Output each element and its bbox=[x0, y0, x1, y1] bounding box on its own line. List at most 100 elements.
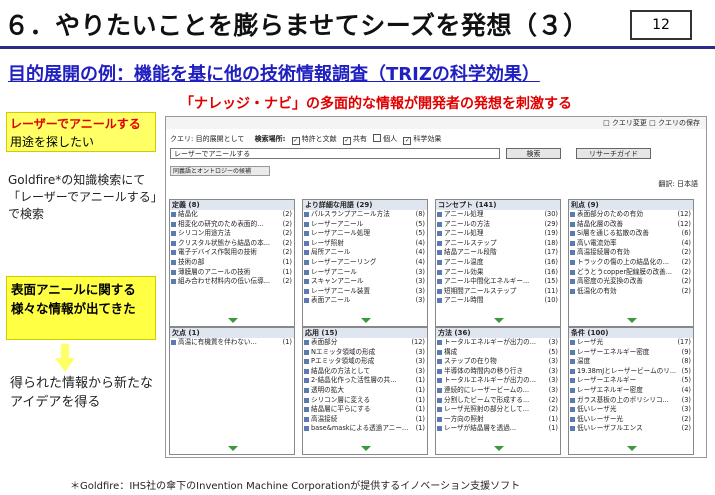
panel-item-count: (3) bbox=[413, 267, 425, 278]
panel-item-label: アニール中間化エネルギー... bbox=[444, 277, 530, 286]
panel-title[interactable]: より詳細な用語 (29) bbox=[303, 200, 427, 210]
panel-item[interactable]: レーザ光 (17) bbox=[569, 338, 693, 348]
panel-item[interactable]: 連続的にレーザービームの... (3) bbox=[436, 385, 560, 396]
panel-item[interactable]: 低いレーザ光 (3) bbox=[569, 405, 693, 415]
research-guide-button[interactable]: リサーチガイド bbox=[576, 148, 651, 159]
expand-arrow-icon[interactable] bbox=[228, 318, 238, 323]
expand-arrow-icon[interactable] bbox=[361, 446, 371, 451]
panel-item[interactable]: クリスタル状態から結晶の本... (2) bbox=[170, 238, 294, 249]
panel-item[interactable]: レーザーアニーリング (4) bbox=[303, 257, 427, 268]
panel-title[interactable]: 欠点 (1) bbox=[170, 328, 294, 338]
panel-item[interactable]: シリコン用途方法 (2) bbox=[170, 229, 294, 239]
panel-item-label: レーザ光照射の部分として... bbox=[444, 405, 530, 414]
panel-item[interactable]: 組み合わせ材料内の低い伝導... (2) bbox=[170, 277, 294, 287]
expand-arrow-icon[interactable] bbox=[627, 446, 637, 451]
expand-arrow-icon[interactable] bbox=[361, 318, 371, 323]
panel-item[interactable]: スキャンアニール (3) bbox=[303, 277, 427, 287]
scope-checkbox-patents[interactable]: ✓ 特許と文献 bbox=[288, 135, 337, 145]
panel-item[interactable]: レーザアニール処理 (5) bbox=[303, 229, 427, 239]
panel-item[interactable]: どうとうcopper配線膜の改善... (2) bbox=[569, 267, 693, 278]
panel-item[interactable]: Pエミッタ領域の形成 (3) bbox=[303, 357, 427, 367]
search-button[interactable]: 検索 bbox=[506, 148, 561, 159]
panel-item[interactable]: 2-結晶化作った活性層の共... (1) bbox=[303, 376, 427, 386]
panel-title[interactable]: 定義 (8) bbox=[170, 200, 294, 210]
panel-item[interactable]: 温度 (8) bbox=[569, 357, 693, 367]
panel-item[interactable]: 分割したビームで形成する... (2) bbox=[436, 395, 560, 406]
expand-arrow-icon[interactable] bbox=[627, 318, 637, 323]
panel-item[interactable]: レーザ照射 (4) bbox=[303, 238, 427, 249]
panel-title[interactable]: コンセプト (141) bbox=[436, 200, 560, 210]
panel-item[interactable]: レーザ光照射の部分として... (2) bbox=[436, 405, 560, 415]
panel-item[interactable]: アニールの方法 (29) bbox=[436, 219, 560, 230]
panel-item[interactable]: 高い電流効率 (4) bbox=[569, 238, 693, 249]
panel-item[interactable]: レーザーエネルギー (5) bbox=[569, 376, 693, 386]
panel-item[interactable]: 技術の部 (1) bbox=[170, 257, 294, 268]
panel-item[interactable]: 構成 (5) bbox=[436, 347, 560, 358]
panel-item[interactable]: 19.38mJとレーザービームのリ... (5) bbox=[569, 366, 693, 377]
scope-checkbox-personal[interactable]: 個人 bbox=[369, 134, 397, 143]
scope-checkbox-effects[interactable]: ✓ 科学効果 bbox=[399, 135, 441, 145]
panel-item[interactable]: 高温に有機質を伴わない... (1) bbox=[170, 338, 294, 348]
panel-item[interactable]: 結晶化層の改善 (12) bbox=[569, 219, 693, 230]
panel-item[interactable]: アニール処理 (30) bbox=[436, 210, 560, 220]
panel-item[interactable]: シリコン層に変える (1) bbox=[303, 395, 427, 406]
panel-item[interactable]: 高温接続層の有効 (2) bbox=[569, 248, 693, 258]
panel-item[interactable]: レーザアニール装置 (3) bbox=[303, 286, 427, 297]
ontology-tab[interactable]: 同義語とオントロジーの候補 bbox=[170, 166, 270, 176]
language-select[interactable]: 翻訳: 日本語 bbox=[658, 179, 698, 189]
panel-item[interactable]: レーザアニール (3) bbox=[303, 267, 427, 278]
panel-item[interactable]: レーザが結晶層を透過... (1) bbox=[436, 424, 560, 434]
expand-arrow-icon[interactable] bbox=[228, 446, 238, 451]
panel-item-count: (3) bbox=[679, 405, 691, 415]
panel-item[interactable]: ステップの在り物 (3) bbox=[436, 357, 560, 367]
panel-item[interactable]: Nエミッタ領域の形成 (3) bbox=[303, 347, 427, 358]
panel-item[interactable]: アニール効果 (16) bbox=[436, 267, 560, 278]
panel-item[interactable]: 低いレーザフルエンス (2) bbox=[569, 424, 693, 434]
panel-item[interactable]: トラックの傷の上の結晶化の... (2) bbox=[569, 257, 693, 268]
panel-item[interactable]: アニール中間化エネルギー... (15) bbox=[436, 277, 560, 287]
query-input[interactable]: レーザーでアニールする bbox=[170, 148, 500, 159]
panel-item[interactable]: 低温化の有効 (2) bbox=[569, 286, 693, 297]
panel-item[interactable]: 薄膜層のアニールの技術 (1) bbox=[170, 267, 294, 278]
panel-item[interactable]: Si層を通じる拡散の改善 (6) bbox=[569, 229, 693, 239]
panel-item[interactable]: 表面アニール (3) bbox=[303, 296, 427, 306]
panel-title[interactable]: 応用 (15) bbox=[303, 328, 427, 338]
panel-item[interactable]: 一方向の照射 (1) bbox=[436, 414, 560, 425]
panel-item[interactable]: 短期間アニールステップ (11) bbox=[436, 286, 560, 297]
panel-item[interactable]: レーザーアニール (5) bbox=[303, 219, 427, 230]
panel-item[interactable]: 結晶化の方法として (3) bbox=[303, 366, 427, 377]
panel-item[interactable]: 電子デバイス作製用の技術 (2) bbox=[170, 248, 294, 258]
panel-item[interactable]: 結晶アニール段階 (17) bbox=[436, 248, 560, 258]
panel-item[interactable]: 透明の拡大 (1) bbox=[303, 385, 427, 396]
panel-item[interactable]: base&maskによる透過アニー... (1) bbox=[303, 424, 427, 434]
panel-item[interactable]: トータルエネルギーが出力の... (3) bbox=[436, 338, 560, 348]
panel-item[interactable]: ガラス基板の上のポリシリコ... (3) bbox=[569, 395, 693, 406]
panel-item[interactable]: 局所アニール (4) bbox=[303, 248, 427, 258]
document-icon bbox=[171, 279, 176, 285]
panel-item[interactable]: パルスランプアニール方法 (8) bbox=[303, 210, 427, 220]
expand-arrow-icon[interactable] bbox=[494, 318, 504, 323]
panel-item[interactable]: 高密度の光変換の改善 (2) bbox=[569, 277, 693, 287]
scope-checkbox-shared[interactable]: ✓ 共有 bbox=[339, 135, 367, 145]
panel-item[interactable]: 結晶層に平らにする (1) bbox=[303, 405, 427, 415]
panel-item[interactable]: トータルエネルギーが出力の... (3) bbox=[436, 376, 560, 386]
panel-title[interactable]: 利点 (9) bbox=[569, 200, 693, 210]
panel-item[interactable]: 半導体の時間内の移り行き (3) bbox=[436, 366, 560, 377]
panel-item[interactable]: アニール時間 (10) bbox=[436, 296, 560, 306]
query-links[interactable]: □ クエリ変更 □ クエリの保存 bbox=[603, 118, 700, 128]
expand-arrow-icon[interactable] bbox=[494, 446, 504, 451]
panel-title[interactable]: 条件 (100) bbox=[569, 328, 693, 338]
panel-item[interactable]: 低いレーザー光 (2) bbox=[569, 414, 693, 425]
panel-item[interactable]: レーザエネルギー密度 (4) bbox=[569, 385, 693, 396]
panel-item[interactable]: 表面部分 (12) bbox=[303, 338, 427, 348]
panel-item[interactable]: アニール温度 (16) bbox=[436, 257, 560, 268]
panel-item[interactable]: アニール処理 (19) bbox=[436, 229, 560, 239]
panel-item[interactable]: レーザーエネルギー密度 (9) bbox=[569, 347, 693, 358]
panel-item[interactable]: 表面部分のための有効 (12) bbox=[569, 210, 693, 220]
panel-item-label: 構成 bbox=[444, 347, 458, 356]
panel-title[interactable]: 方法 (36) bbox=[436, 328, 560, 338]
panel-item[interactable]: 相変化の研究のため表面的... (2) bbox=[170, 219, 294, 230]
panel-item[interactable]: 結晶化 (2) bbox=[170, 210, 294, 220]
panel-item[interactable]: 高温接続 (1) bbox=[303, 414, 427, 425]
panel-item[interactable]: アニールステップ (18) bbox=[436, 238, 560, 249]
